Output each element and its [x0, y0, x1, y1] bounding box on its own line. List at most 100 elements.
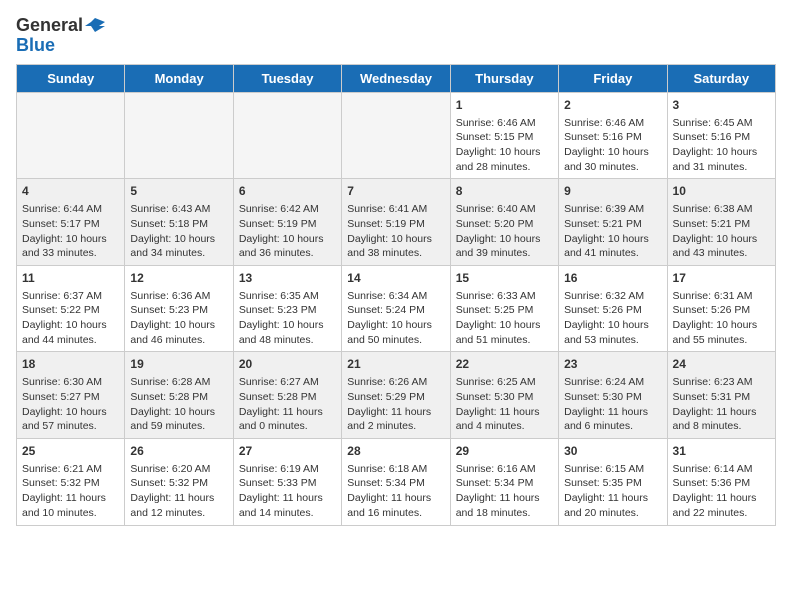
day-cell: 27Sunrise: 6:19 AMSunset: 5:33 PMDayligh…	[233, 438, 341, 525]
day-info: Sunrise: 6:20 AMSunset: 5:32 PMDaylight:…	[130, 463, 214, 519]
day-info: Sunrise: 6:46 AMSunset: 5:15 PMDaylight:…	[456, 117, 541, 173]
cell-content: 19Sunrise: 6:28 AMSunset: 5:28 PMDayligh…	[130, 356, 227, 434]
cell-content: 28Sunrise: 6:18 AMSunset: 5:34 PMDayligh…	[347, 443, 444, 521]
day-cell	[17, 92, 125, 179]
cell-content: 5 Sunrise: 6:43 AMSunset: 5:18 PMDaylight…	[130, 183, 227, 261]
day-number: 11	[22, 270, 119, 287]
cell-content: 11Sunrise: 6:37 AMSunset: 5:22 PMDayligh…	[22, 270, 119, 348]
day-cell	[125, 92, 233, 179]
day-info: Sunrise: 6:21 AMSunset: 5:32 PMDaylight:…	[22, 463, 106, 519]
cell-content: 24Sunrise: 6:23 AMSunset: 5:31 PMDayligh…	[673, 356, 770, 434]
weekday-header-friday: Friday	[559, 64, 667, 92]
day-cell: 14Sunrise: 6:34 AMSunset: 5:24 PMDayligh…	[342, 265, 450, 352]
day-info: Sunrise: 6:39 AMSunset: 5:21 PMDaylight:…	[564, 203, 649, 259]
day-info: Sunrise: 6:27 AMSunset: 5:28 PMDaylight:…	[239, 376, 323, 432]
day-number: 13	[239, 270, 336, 287]
weekday-header-saturday: Saturday	[667, 64, 775, 92]
day-cell: 29Sunrise: 6:16 AMSunset: 5:34 PMDayligh…	[450, 438, 558, 525]
day-info: Sunrise: 6:24 AMSunset: 5:30 PMDaylight:…	[564, 376, 648, 432]
cell-content: 12 Sunrise: 6:36 AMSunset: 5:23 PMDayligh…	[130, 270, 227, 348]
day-cell: 15 Sunrise: 6:33 AMSunset: 5:25 PMDayligh…	[450, 265, 558, 352]
day-cell: 17Sunrise: 6:31 AMSunset: 5:26 PMDayligh…	[667, 265, 775, 352]
day-number: 6	[239, 183, 336, 200]
logo: General Blue	[16, 16, 105, 56]
page-header: General Blue	[16, 16, 776, 56]
week-row-2: 4 Sunrise: 6:44 AMSunset: 5:17 PMDaylight…	[17, 179, 776, 266]
cell-content: 2Sunrise: 6:46 AMSunset: 5:16 PMDaylight…	[564, 97, 661, 175]
day-number: 17	[673, 270, 770, 287]
day-cell: 21 Sunrise: 6:26 AMSunset: 5:29 PMDayligh…	[342, 352, 450, 439]
cell-content: 30 Sunrise: 6:15 AMSunset: 5:35 PMDayligh…	[564, 443, 661, 521]
day-number: 3	[673, 97, 770, 114]
calendar-table: SundayMondayTuesdayWednesdayThursdayFrid…	[16, 64, 776, 526]
day-info: Sunrise: 6:44 AMSunset: 5:17 PMDaylight:…	[22, 203, 107, 259]
day-info: Sunrise: 6:41 AMSunset: 5:19 PMDaylight:…	[347, 203, 432, 259]
day-cell: 25 Sunrise: 6:21 AMSunset: 5:32 PMDayligh…	[17, 438, 125, 525]
day-number: 10	[673, 183, 770, 200]
day-info: Sunrise: 6:26 AMSunset: 5:29 PMDaylight:…	[347, 376, 431, 432]
day-number: 15	[456, 270, 553, 287]
weekday-header-thursday: Thursday	[450, 64, 558, 92]
logo-general: General	[16, 16, 83, 36]
cell-content: 27Sunrise: 6:19 AMSunset: 5:33 PMDayligh…	[239, 443, 336, 521]
day-number: 24	[673, 356, 770, 373]
day-number: 8	[456, 183, 553, 200]
day-cell: 11Sunrise: 6:37 AMSunset: 5:22 PMDayligh…	[17, 265, 125, 352]
day-info: Sunrise: 6:25 AMSunset: 5:30 PMDaylight:…	[456, 376, 540, 432]
day-info: Sunrise: 6:33 AMSunset: 5:25 PMDaylight:…	[456, 290, 541, 346]
cell-content: 15 Sunrise: 6:33 AMSunset: 5:25 PMDayligh…	[456, 270, 553, 348]
day-cell: 20Sunrise: 6:27 AMSunset: 5:28 PMDayligh…	[233, 352, 341, 439]
day-cell	[233, 92, 341, 179]
day-number: 30	[564, 443, 661, 460]
day-info: Sunrise: 6:38 AMSunset: 5:21 PMDaylight:…	[673, 203, 758, 259]
day-cell: 22Sunrise: 6:25 AMSunset: 5:30 PMDayligh…	[450, 352, 558, 439]
day-cell: 24Sunrise: 6:23 AMSunset: 5:31 PMDayligh…	[667, 352, 775, 439]
day-number: 4	[22, 183, 119, 200]
day-cell: 2Sunrise: 6:46 AMSunset: 5:16 PMDaylight…	[559, 92, 667, 179]
day-info: Sunrise: 6:14 AMSunset: 5:36 PMDaylight:…	[673, 463, 757, 519]
day-cell: 4 Sunrise: 6:44 AMSunset: 5:17 PMDaylight…	[17, 179, 125, 266]
day-number: 26	[130, 443, 227, 460]
day-cell: 30 Sunrise: 6:15 AMSunset: 5:35 PMDayligh…	[559, 438, 667, 525]
day-info: Sunrise: 6:46 AMSunset: 5:16 PMDaylight:…	[564, 117, 649, 173]
cell-content: 13Sunrise: 6:35 AMSunset: 5:23 PMDayligh…	[239, 270, 336, 348]
week-row-3: 11Sunrise: 6:37 AMSunset: 5:22 PMDayligh…	[17, 265, 776, 352]
cell-content: 31Sunrise: 6:14 AMSunset: 5:36 PMDayligh…	[673, 443, 770, 521]
cell-content: 18Sunrise: 6:30 AMSunset: 5:27 PMDayligh…	[22, 356, 119, 434]
day-cell: 10 Sunrise: 6:38 AMSunset: 5:21 PMDayligh…	[667, 179, 775, 266]
day-cell: 18Sunrise: 6:30 AMSunset: 5:27 PMDayligh…	[17, 352, 125, 439]
cell-content: 4 Sunrise: 6:44 AMSunset: 5:17 PMDaylight…	[22, 183, 119, 261]
weekday-header-sunday: Sunday	[17, 64, 125, 92]
day-cell: 12 Sunrise: 6:36 AMSunset: 5:23 PMDayligh…	[125, 265, 233, 352]
day-info: Sunrise: 6:43 AMSunset: 5:18 PMDaylight:…	[130, 203, 215, 259]
day-number: 5	[130, 183, 227, 200]
day-info: Sunrise: 6:36 AMSunset: 5:23 PMDaylight:…	[130, 290, 215, 346]
cell-content: 1Sunrise: 6:46 AMSunset: 5:15 PMDaylight…	[456, 97, 553, 175]
day-cell: 16 Sunrise: 6:32 AMSunset: 5:26 PMDayligh…	[559, 265, 667, 352]
day-number: 9	[564, 183, 661, 200]
logo-bird-icon	[85, 16, 105, 36]
day-info: Sunrise: 6:30 AMSunset: 5:27 PMDaylight:…	[22, 376, 107, 432]
cell-content: 14Sunrise: 6:34 AMSunset: 5:24 PMDayligh…	[347, 270, 444, 348]
day-cell: 9 Sunrise: 6:39 AMSunset: 5:21 PMDaylight…	[559, 179, 667, 266]
day-info: Sunrise: 6:34 AMSunset: 5:24 PMDaylight:…	[347, 290, 432, 346]
day-cell: 8Sunrise: 6:40 AMSunset: 5:20 PMDaylight…	[450, 179, 558, 266]
day-number: 21	[347, 356, 444, 373]
cell-content: 29Sunrise: 6:16 AMSunset: 5:34 PMDayligh…	[456, 443, 553, 521]
day-info: Sunrise: 6:32 AMSunset: 5:26 PMDaylight:…	[564, 290, 649, 346]
cell-content: 3Sunrise: 6:45 AMSunset: 5:16 PMDaylight…	[673, 97, 770, 175]
day-cell: 13Sunrise: 6:35 AMSunset: 5:23 PMDayligh…	[233, 265, 341, 352]
cell-content: 7 Sunrise: 6:41 AMSunset: 5:19 PMDaylight…	[347, 183, 444, 261]
cell-content: 26 Sunrise: 6:20 AMSunset: 5:32 PMDayligh…	[130, 443, 227, 521]
day-info: Sunrise: 6:16 AMSunset: 5:34 PMDaylight:…	[456, 463, 540, 519]
day-number: 16	[564, 270, 661, 287]
cell-content: 22Sunrise: 6:25 AMSunset: 5:30 PMDayligh…	[456, 356, 553, 434]
day-number: 12	[130, 270, 227, 287]
day-number: 7	[347, 183, 444, 200]
day-info: Sunrise: 6:18 AMSunset: 5:34 PMDaylight:…	[347, 463, 431, 519]
day-info: Sunrise: 6:15 AMSunset: 5:35 PMDaylight:…	[564, 463, 648, 519]
weekday-header-tuesday: Tuesday	[233, 64, 341, 92]
day-number: 25	[22, 443, 119, 460]
cell-content: 8Sunrise: 6:40 AMSunset: 5:20 PMDaylight…	[456, 183, 553, 261]
week-row-1: 1Sunrise: 6:46 AMSunset: 5:15 PMDaylight…	[17, 92, 776, 179]
